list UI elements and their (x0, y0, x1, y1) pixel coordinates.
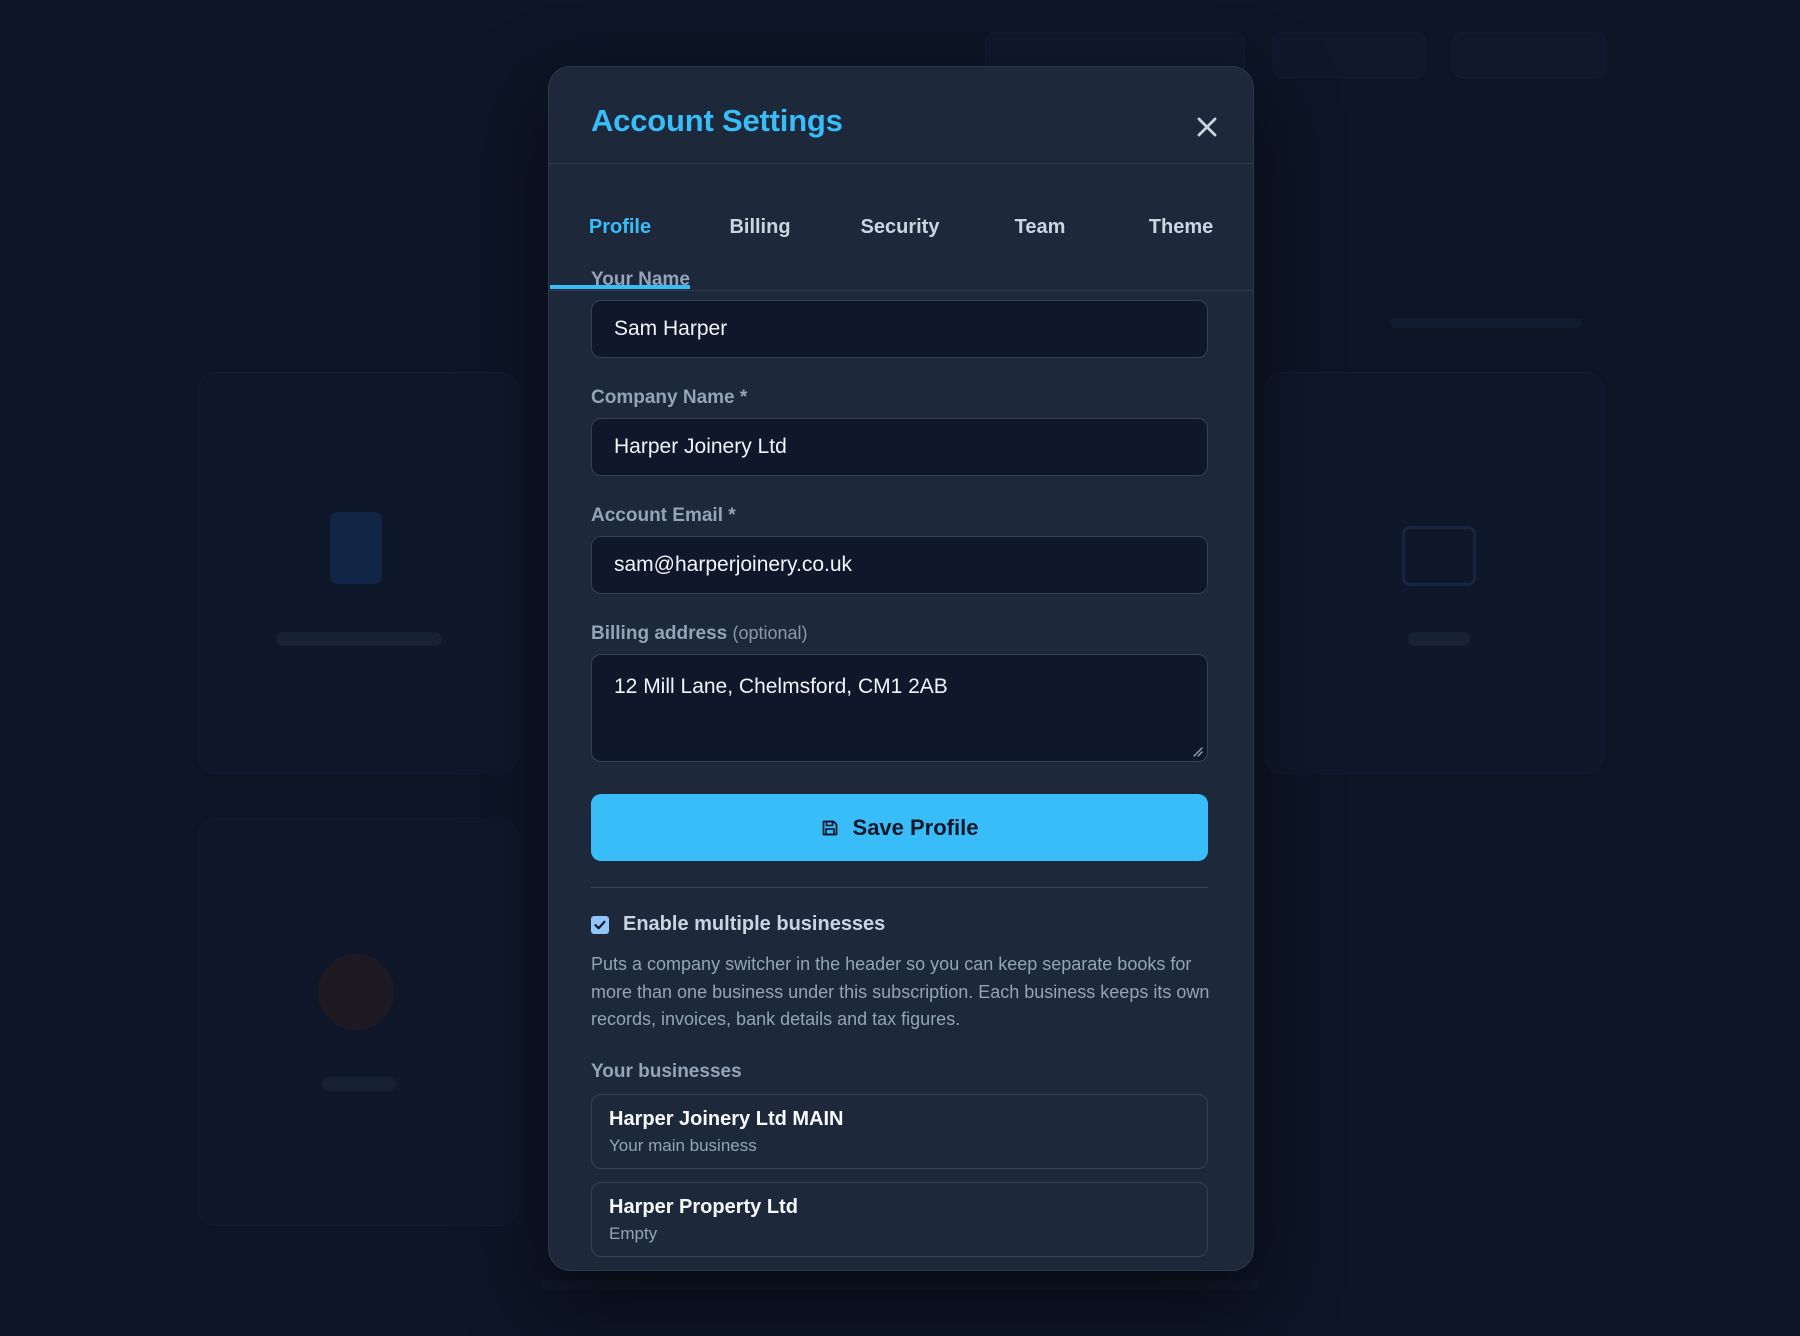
address-label-text: Billing address (591, 623, 728, 644)
tab-billing[interactable]: Billing (690, 164, 830, 290)
name-label: Your Name (591, 269, 690, 290)
background-card-label (1408, 632, 1470, 646)
tab-label: Profile (588, 215, 652, 238)
businesses-heading: Your businesses (591, 1061, 742, 1082)
account-settings-modal: Account Settings Profile Billing Securit… (548, 66, 1254, 1271)
checkmark-icon (594, 920, 606, 930)
company-field[interactable]: Harper Joinery Ltd (591, 418, 1208, 476)
company-label: Company Name * (591, 387, 748, 408)
background-header-button (1452, 32, 1606, 78)
background-footer (540, 1280, 1260, 1290)
business-item[interactable]: Harper Joinery Ltd MAIN Your main busine… (591, 1094, 1208, 1169)
business-subtitle: Your main business (609, 1136, 757, 1155)
address-value: 12 Mill Lane, Chelmsford, CM1 2AB (614, 675, 948, 698)
business-name: Harper Property Ltd (609, 1196, 798, 1218)
email-label: Account Email * (591, 505, 736, 526)
email-value: sam@harperjoinery.co.uk (614, 553, 853, 576)
background-card-icon (330, 512, 382, 584)
background-card-label (276, 632, 442, 646)
save-profile-label: Save Profile (852, 814, 979, 840)
tab-label: Theme (1148, 215, 1214, 238)
business-item[interactable]: Harper Property Ltd Empty (591, 1182, 1208, 1257)
background-card-label (322, 1077, 396, 1091)
background-header-button (1272, 32, 1426, 78)
multiple-businesses-checkbox[interactable] (591, 916, 609, 934)
save-profile-button[interactable]: Save Profile (591, 794, 1208, 861)
background-link (1390, 318, 1582, 328)
section-divider (591, 887, 1208, 888)
company-value: Harper Joinery Ltd (614, 435, 787, 458)
address-textarea[interactable]: 12 Mill Lane, Chelmsford, CM1 2AB (591, 654, 1208, 762)
multiple-businesses-label[interactable]: Enable multiple businesses (623, 913, 885, 936)
modal-header: Account Settings (549, 67, 1253, 164)
tab-theme[interactable]: Theme (1111, 164, 1251, 290)
tab-team[interactable]: Team (970, 164, 1110, 290)
multiple-businesses-help: Puts a company switcher in the header so… (591, 954, 1210, 1029)
save-icon (822, 820, 837, 835)
background-card-icon (1402, 526, 1476, 586)
business-subtitle: Empty (609, 1224, 658, 1243)
tab-label: Security (860, 215, 940, 238)
business-name: Harper Joinery Ltd MAIN (609, 1108, 844, 1130)
tab-label: Billing (729, 215, 791, 238)
email-field[interactable]: sam@harperjoinery.co.uk (591, 536, 1208, 594)
close-icon (1197, 117, 1217, 137)
close-button[interactable] (1179, 99, 1235, 155)
modal-title: Account Settings (591, 103, 843, 138)
name-field[interactable]: Sam Harper (591, 300, 1208, 358)
resize-handle-icon[interactable] (1191, 745, 1203, 757)
address-optional-hint: (optional) (732, 623, 808, 643)
name-value: Sam Harper (614, 317, 728, 340)
background-card-icon (318, 954, 394, 1030)
address-label: Billing address (optional) (591, 623, 808, 645)
tab-security[interactable]: Security (830, 164, 970, 290)
tab-label: Team (1014, 215, 1066, 238)
